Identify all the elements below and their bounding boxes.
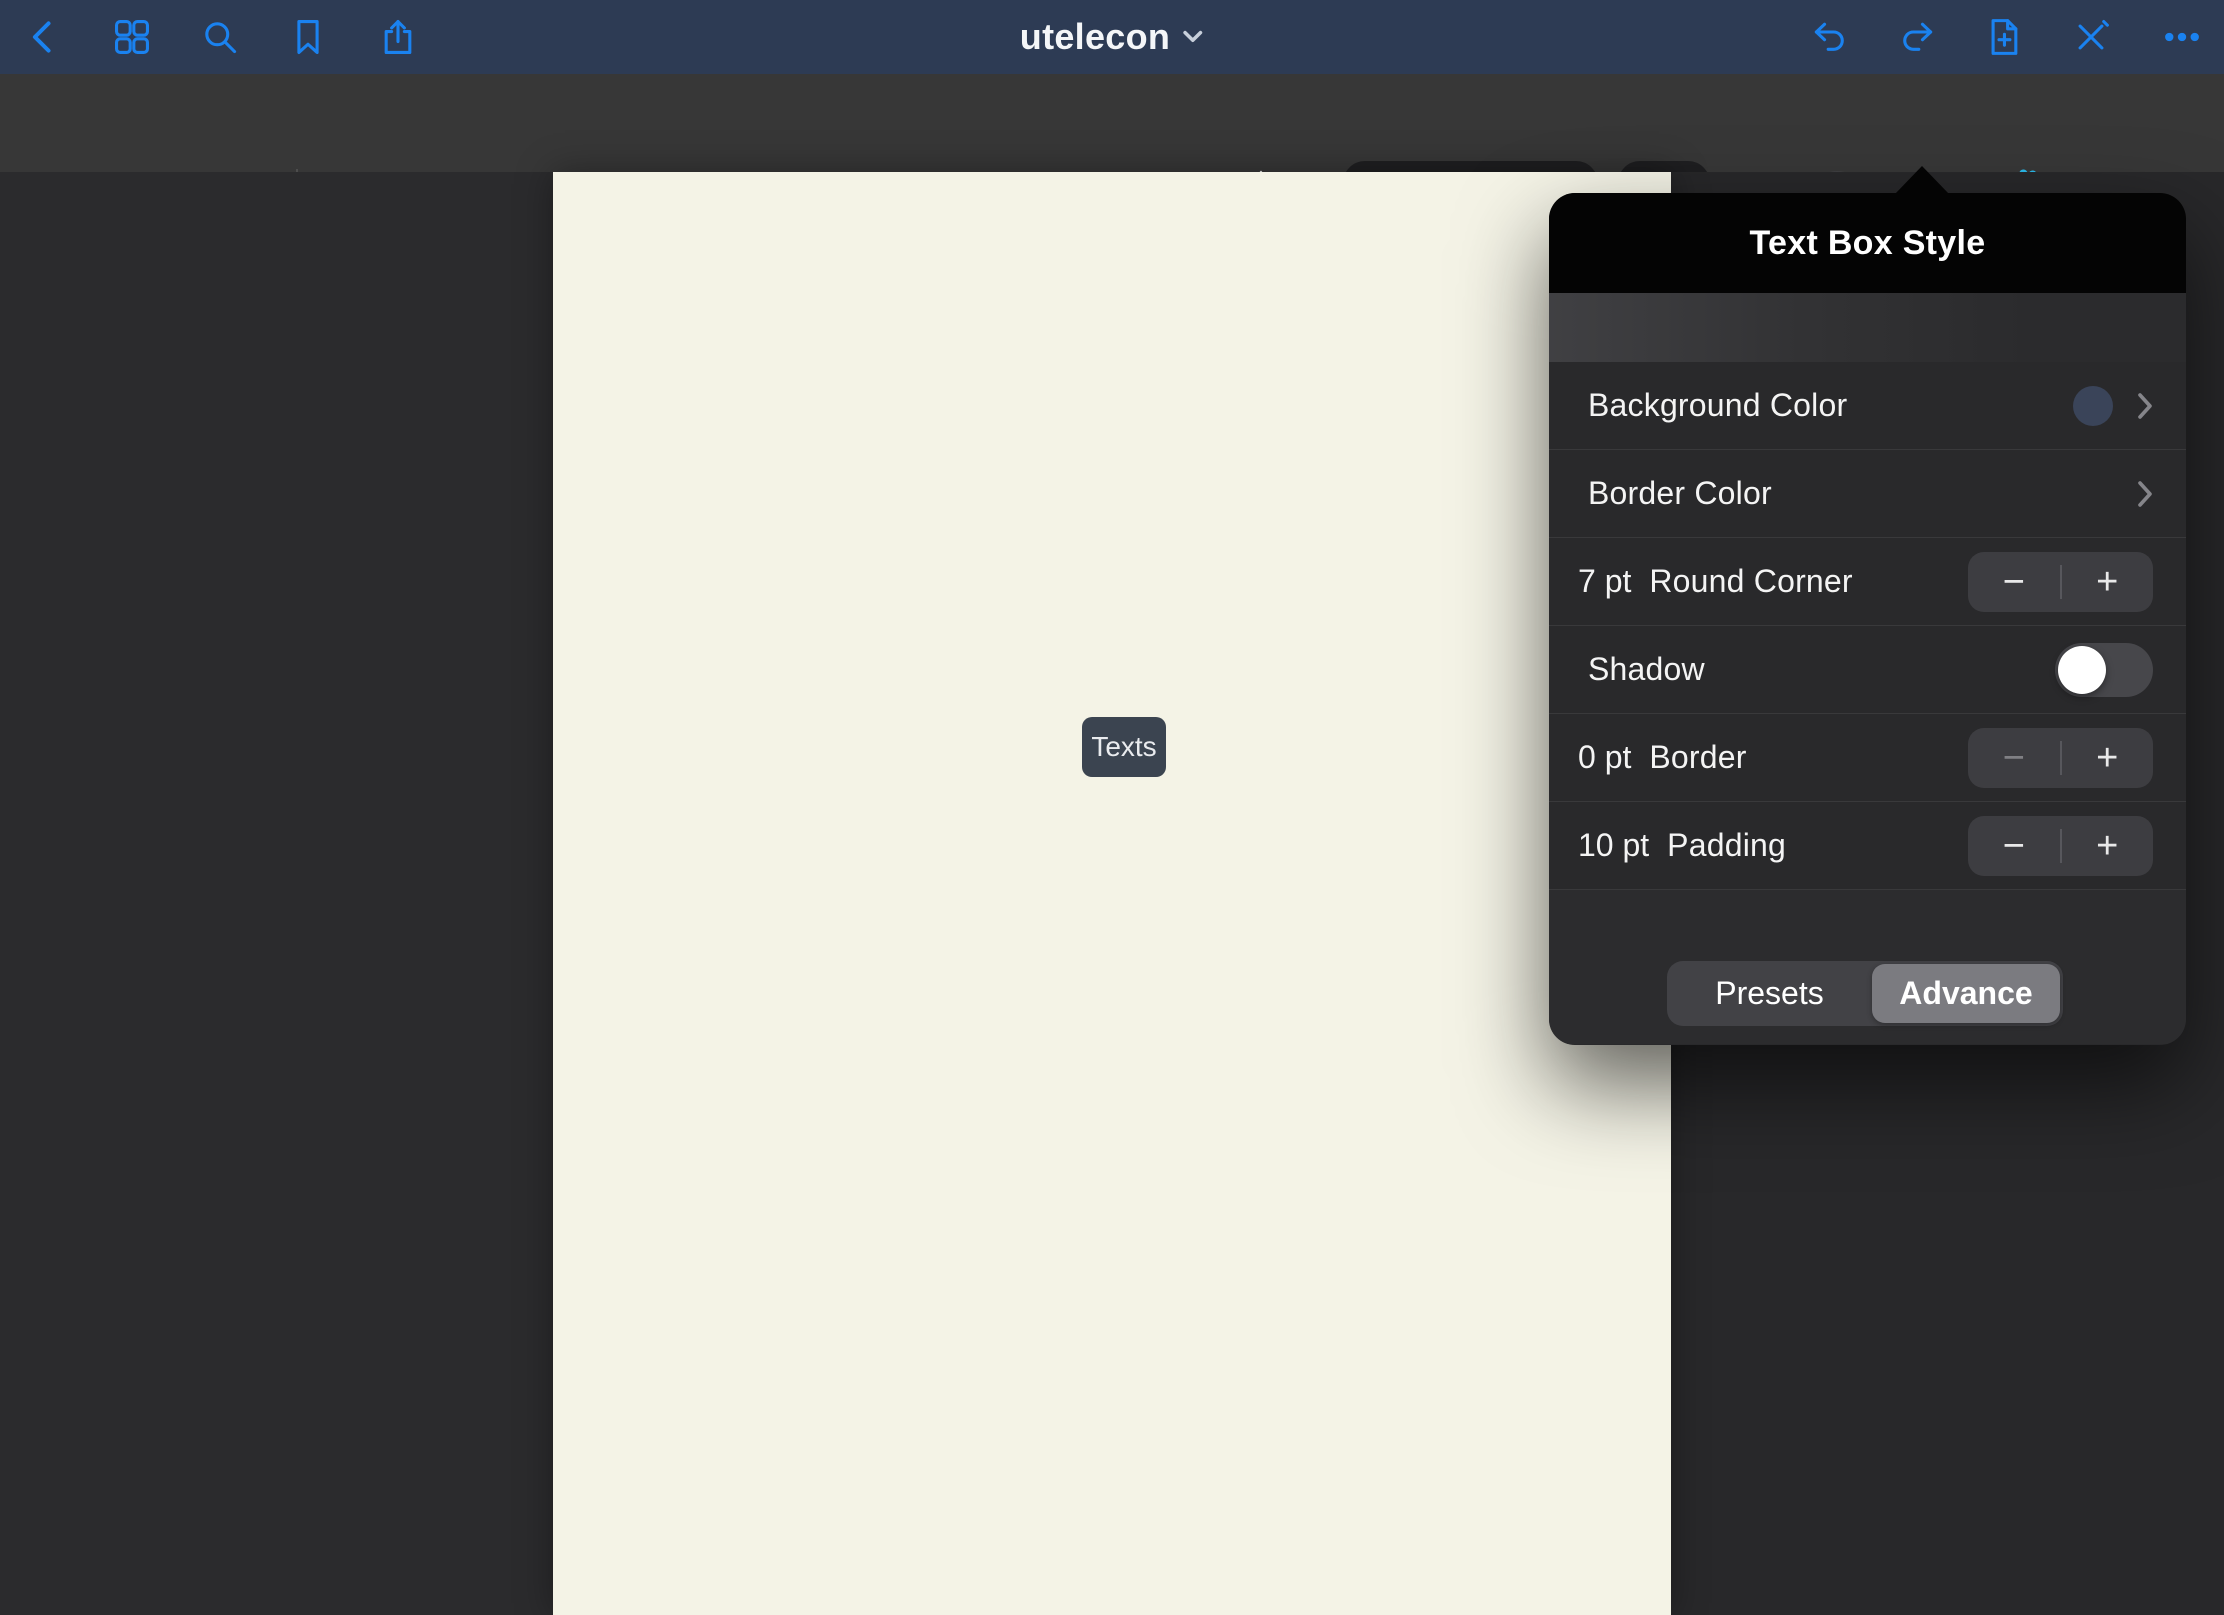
undo-icon (1810, 15, 1850, 59)
tab-presets[interactable]: Presets (1667, 961, 1872, 1026)
document-title[interactable]: utelecon (1020, 0, 1204, 74)
row-label: Background Color (1578, 387, 1847, 424)
text-object-content: Texts (1091, 731, 1156, 763)
ellipsis-icon (2162, 15, 2202, 59)
shadow-toggle-off[interactable] (2055, 643, 2153, 697)
redo-button[interactable] (1897, 17, 1937, 57)
row-border-width: 0 pt Border − + (1549, 714, 2186, 802)
popover-footer: Presets Advance (1549, 890, 2186, 1044)
row-label: Shadow (1578, 651, 1705, 688)
row-border-color[interactable]: Border Color (1549, 450, 2186, 538)
row-padding: 10 pt Padding − + (1549, 802, 2186, 890)
top-navigation-bar: utelecon (0, 0, 2224, 74)
round-corner-value: 7 pt (1578, 563, 1631, 600)
popover-title: Text Box Style (1750, 224, 1986, 263)
row-label: Round Corner (1649, 563, 1852, 600)
add-page-icon (1984, 15, 2024, 59)
round-corner-stepper: − + (1968, 552, 2153, 612)
popover-header: Text Box Style (1549, 193, 2186, 293)
border-width-stepper: − + (1968, 728, 2153, 788)
padding-stepper: − + (1968, 816, 2153, 876)
chevron-down-icon (1182, 28, 1204, 46)
tools-toolbar: a (0, 74, 2224, 172)
padding-value: 10 pt (1578, 827, 1649, 864)
popover-preview-band (1549, 293, 2186, 362)
notebook-page[interactable]: Texts (553, 172, 1671, 1615)
row-shadow: Shadow (1549, 626, 2186, 714)
chevron-right-icon (2137, 480, 2153, 508)
plus-button[interactable]: + (2062, 739, 2154, 777)
row-round-corner: 7 pt Round Corner − + (1549, 538, 2186, 626)
plus-button[interactable]: + (2062, 563, 2154, 601)
pencil-cross-icon (2071, 16, 2111, 58)
text-object[interactable]: Texts (1082, 717, 1166, 777)
popover-arrow (1895, 166, 1949, 194)
minus-button[interactable]: − (1968, 827, 2060, 865)
chevron-right-icon (2137, 392, 2153, 420)
search-button[interactable] (200, 17, 240, 57)
bookmark-icon (288, 15, 328, 59)
tab-advance-selected[interactable]: Advance (1872, 964, 2060, 1023)
row-background-color[interactable]: Background Color (1549, 362, 2186, 450)
back-chevron-icon (24, 15, 64, 59)
border-width-value: 0 pt (1578, 739, 1631, 776)
undo-button[interactable] (1810, 17, 1850, 57)
share-icon (378, 15, 418, 59)
search-icon (200, 15, 240, 59)
grid-icon (112, 16, 152, 58)
row-label: Border Color (1578, 475, 1772, 512)
stop-editing-button[interactable] (2071, 17, 2111, 57)
plus-button[interactable]: + (2062, 827, 2154, 865)
minus-button[interactable]: − (1968, 563, 2060, 601)
bookmark-button[interactable] (288, 17, 328, 57)
row-label: Padding (1667, 827, 1786, 864)
thumbnails-button[interactable] (112, 17, 152, 57)
app-screen: utelecon (0, 0, 2224, 1615)
more-options-button[interactable] (2162, 17, 2202, 57)
share-button[interactable] (378, 17, 418, 57)
redo-icon (1897, 15, 1937, 59)
document-title-text: utelecon (1020, 16, 1170, 58)
toggle-knob (2058, 646, 2106, 694)
back-button[interactable] (24, 17, 64, 57)
add-page-button[interactable] (1984, 17, 2024, 57)
textbox-style-popover: Text Box Style Background Color Border C… (1549, 193, 2186, 1045)
row-label: Border (1649, 739, 1746, 776)
minus-button-disabled[interactable]: − (1968, 739, 2060, 777)
background-color-swatch (2073, 386, 2113, 426)
presets-advance-segmented-control: Presets Advance (1667, 961, 2063, 1026)
